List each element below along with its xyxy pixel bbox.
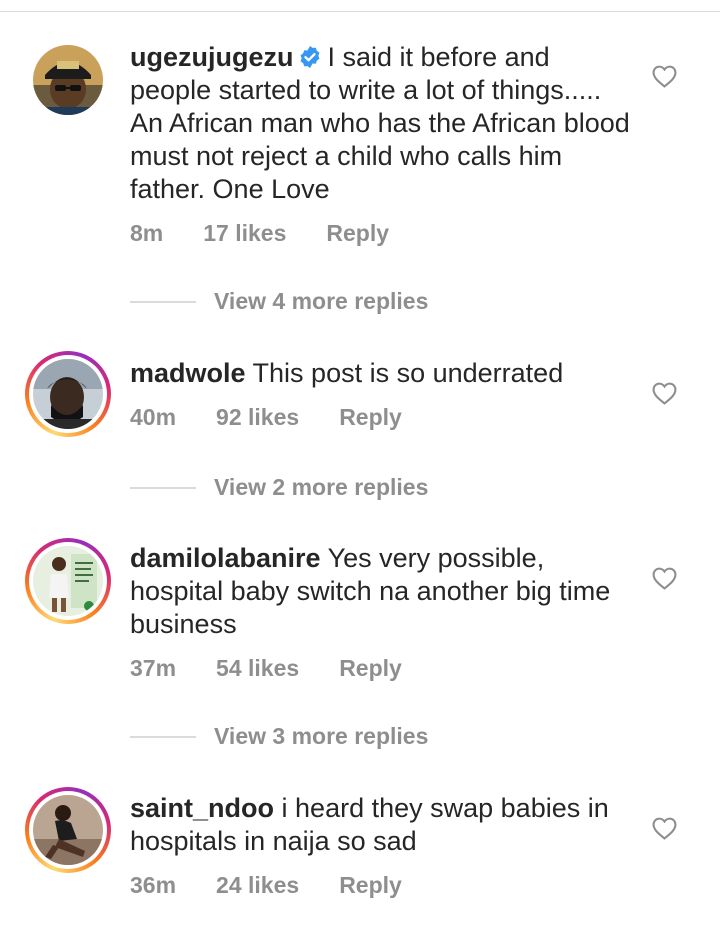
comment-time: 36m (130, 872, 177, 898)
reply-button[interactable]: Reply (339, 872, 402, 899)
comment-time: 37m (130, 655, 177, 681)
comment-meta: 40m 92 likes Reply (130, 404, 402, 431)
avatar[interactable] (25, 37, 111, 123)
view-replies-label[interactable]: View 3 more replies (214, 723, 428, 750)
comment-likes[interactable]: 92 likes (216, 404, 299, 431)
view-more-replies[interactable]: View 2 more replies (130, 474, 428, 501)
avatar[interactable] (25, 538, 111, 624)
comment-body: damilolabanire Yes very possible, hospit… (130, 542, 630, 641)
avatar[interactable] (25, 787, 111, 873)
comment-username[interactable]: saint_ndoo (130, 793, 274, 823)
comment-meta: 36m 24 likes Reply (130, 872, 402, 899)
top-divider (0, 11, 720, 12)
replies-divider (130, 486, 196, 489)
view-more-replies[interactable]: View 3 more replies (130, 723, 428, 750)
avatar-photo (33, 795, 103, 865)
avatar-photo (33, 546, 103, 616)
reply-button[interactable]: Reply (326, 220, 389, 247)
comment-time: 8m (130, 220, 164, 246)
comment-likes[interactable]: 17 likes (203, 220, 286, 247)
avatar-photo (33, 359, 103, 429)
comment-body: ugezujugezu I said it before and people s… (130, 41, 630, 206)
verified-badge-icon (300, 46, 319, 68)
avatar-photo (33, 45, 103, 115)
comment-meta: 37m 54 likes Reply (130, 655, 402, 682)
comment-username[interactable]: damilolabanire (130, 543, 321, 573)
like-heart-icon[interactable] (652, 817, 677, 840)
reply-button[interactable]: Reply (339, 404, 402, 431)
comment-body: saint_ndoo i heard they swap babies in h… (130, 792, 630, 858)
comment-likes[interactable]: 24 likes (216, 872, 299, 899)
comment-text: This post is so underrated (252, 358, 564, 388)
comment-likes[interactable]: 54 likes (216, 655, 299, 682)
replies-divider (130, 735, 196, 738)
comment-username[interactable]: ugezujugezu (130, 42, 294, 72)
view-replies-label[interactable]: View 2 more replies (214, 474, 428, 501)
comment-meta: 8m 17 likes Reply (130, 220, 389, 247)
comment-time: 40m (130, 404, 177, 430)
view-replies-label[interactable]: View 4 more replies (214, 288, 428, 315)
view-more-replies[interactable]: View 4 more replies (130, 288, 428, 315)
comment-body: madwole This post is so underrated (130, 357, 630, 390)
avatar[interactable] (25, 351, 111, 437)
reply-button[interactable]: Reply (339, 655, 402, 682)
comment-username[interactable]: madwole (130, 358, 246, 388)
replies-divider (130, 300, 196, 303)
like-heart-icon[interactable] (652, 382, 677, 405)
like-heart-icon[interactable] (652, 65, 677, 88)
like-heart-icon[interactable] (652, 567, 677, 590)
